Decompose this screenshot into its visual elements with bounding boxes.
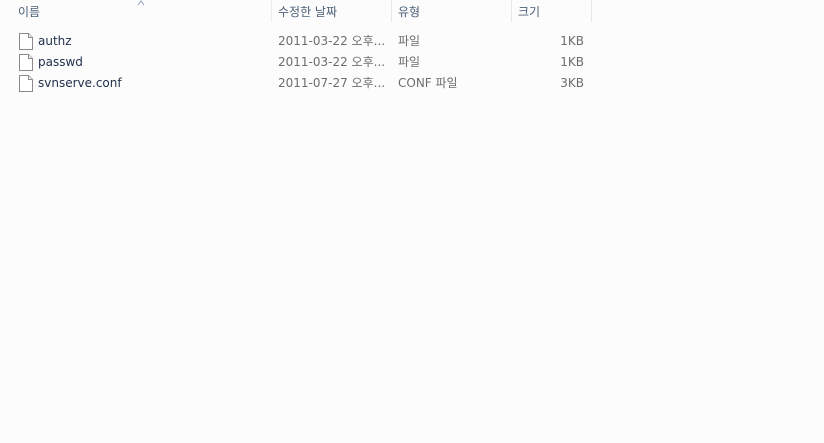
file-name[interactable]: authz xyxy=(38,31,268,52)
file-type: CONF 파일 xyxy=(398,76,458,90)
file-name[interactable]: passwd xyxy=(38,52,268,73)
file-name[interactable]: svnserve.conf xyxy=(38,73,268,94)
file-date-modified: 2011-07-27 오후... xyxy=(278,76,386,90)
file-row-passwd[interactable]: passwd 2011-03-22 오후... 파일 1KB xyxy=(0,52,592,73)
file-row-authz[interactable]: authz 2011-03-22 오후... 파일 1KB xyxy=(0,31,592,52)
file-size: 3KB xyxy=(560,76,584,90)
file-type: 파일 xyxy=(398,34,421,48)
file-size: 1KB xyxy=(560,55,584,69)
file-icon xyxy=(19,54,33,71)
file-icon xyxy=(19,75,33,92)
column-header-type[interactable]: 유형 xyxy=(392,0,512,22)
file-row-svnserve-conf[interactable]: svnserve.conf 2011-07-27 오후... CONF 파일 3… xyxy=(0,73,592,94)
column-header-size[interactable]: 크기 xyxy=(512,0,592,22)
file-list-view: 이름 수정한 날짜 유형 크기 authz 2011-03-22 오후... 파… xyxy=(0,0,824,443)
file-date-modified: 2011-03-22 오후... xyxy=(278,34,386,48)
file-rows: authz 2011-03-22 오후... 파일 1KB passwd 201… xyxy=(0,31,824,94)
file-type: 파일 xyxy=(398,55,421,69)
column-header-date-modified[interactable]: 수정한 날짜 xyxy=(272,0,392,22)
file-size: 1KB xyxy=(560,34,584,48)
file-icon xyxy=(19,33,33,50)
sort-ascending-icon xyxy=(137,0,145,6)
column-header-bar: 이름 수정한 날짜 유형 크기 xyxy=(0,0,824,22)
file-date-modified: 2011-03-22 오후... xyxy=(278,55,386,69)
